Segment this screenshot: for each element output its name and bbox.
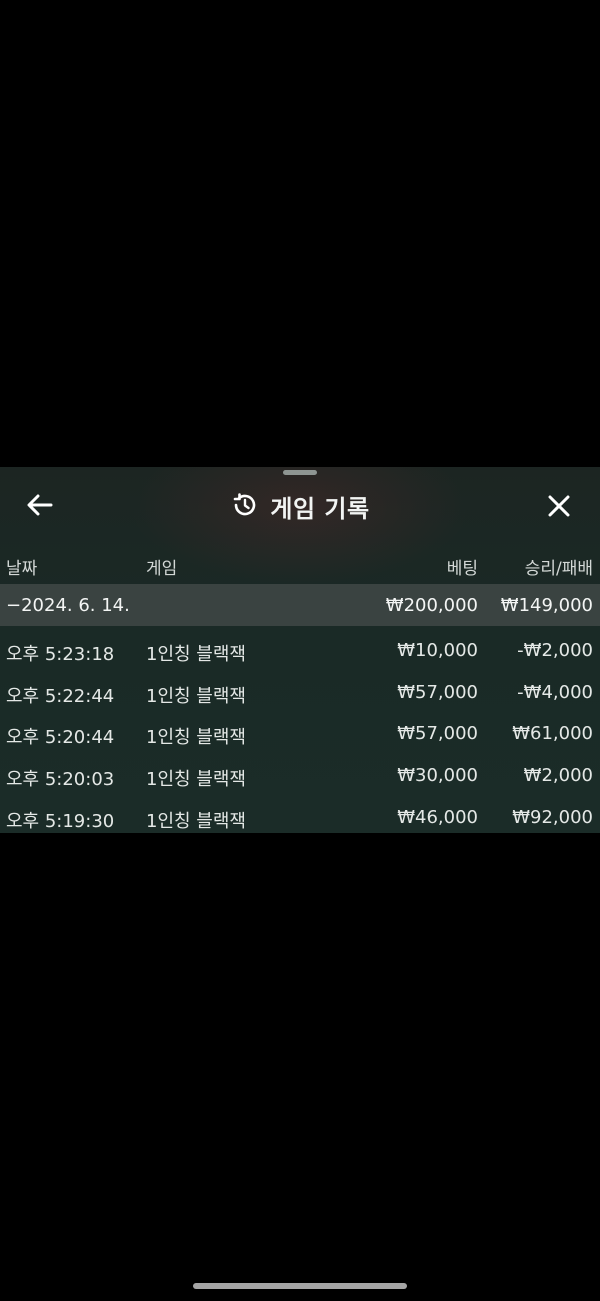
title-group: 게임 기록 — [0, 489, 600, 524]
table-row[interactable]: 오후 5:20:44 1인칭 블랙잭 ₩57,000 ₩61,000 — [0, 713, 600, 755]
table-row[interactable]: 오후 5:23:18 1인칭 블랙잭 ₩10,000 -₩2,000 — [0, 630, 600, 672]
row-time: 오후 5:20:03 — [6, 769, 115, 791]
header: 게임 기록 — [0, 475, 600, 531]
row-bet: ₩57,000 — [397, 681, 478, 703]
table-header: 날짜 게임 베팅 승리/패배 — [0, 545, 600, 583]
close-button[interactable] — [538, 487, 580, 529]
row-bet: ₩30,000 — [397, 765, 478, 787]
row-time: 오후 5:20:44 — [6, 727, 115, 749]
close-icon — [547, 494, 571, 522]
row-win-loss: ₩92,000 — [512, 806, 593, 828]
table-row[interactable]: 오후 5:20:03 1인칭 블랙잭 ₩30,000 ₩2,000 — [0, 755, 600, 797]
game-history-panel: 게임 기록 날짜 게임 베팅 승리/패배 −2024. 6. 14. ₩200,… — [0, 467, 600, 833]
table-row[interactable]: 오후 5:22:44 1인칭 블랙잭 ₩57,000 -₩4,000 — [0, 672, 600, 714]
row-game: 1인칭 블랙잭 — [146, 769, 246, 791]
date-group-label: −2024. 6. 14. — [6, 595, 130, 616]
home-indicator[interactable] — [193, 1283, 407, 1289]
table-row[interactable]: 오후 5:19:30 1인칭 블랙잭 ₩46,000 ₩92,000 — [0, 797, 600, 833]
date-group-row[interactable]: −2024. 6. 14. ₩200,000 ₩149,000 — [0, 584, 600, 626]
row-bet: ₩10,000 — [397, 640, 478, 661]
row-game: 1인칭 블랙잭 — [146, 727, 246, 749]
row-time: 오후 5:22:44 — [6, 685, 115, 707]
row-win-loss: -₩2,000 — [517, 640, 593, 661]
history-icon — [230, 491, 258, 523]
row-time: 오후 5:19:30 — [6, 810, 115, 832]
row-win-loss: ₩2,000 — [523, 765, 593, 787]
row-bet: ₩46,000 — [397, 806, 478, 828]
row-time: 오후 5:23:18 — [6, 644, 115, 665]
column-header-date[interactable]: 날짜 — [6, 554, 37, 579]
column-header-bet[interactable]: 베팅 — [447, 554, 478, 579]
date-group-bet-total: ₩200,000 — [385, 595, 478, 616]
row-win-loss: ₩61,000 — [512, 723, 593, 745]
column-header-win-loss[interactable]: 승리/패배 — [525, 554, 593, 579]
row-bet: ₩57,000 — [397, 723, 478, 745]
row-game: 1인칭 블랙잭 — [146, 685, 246, 707]
row-win-loss: -₩4,000 — [517, 681, 593, 703]
history-list: 오후 5:23:18 1인칭 블랙잭 ₩10,000 -₩2,000 오후 5:… — [0, 630, 600, 833]
page-title: 게임 기록 — [270, 495, 370, 523]
date-group-win-loss-total: ₩149,000 — [500, 595, 593, 616]
row-game: 1인칭 블랙잭 — [146, 644, 246, 665]
column-header-game[interactable]: 게임 — [146, 554, 177, 579]
row-game: 1인칭 블랙잭 — [146, 810, 246, 832]
